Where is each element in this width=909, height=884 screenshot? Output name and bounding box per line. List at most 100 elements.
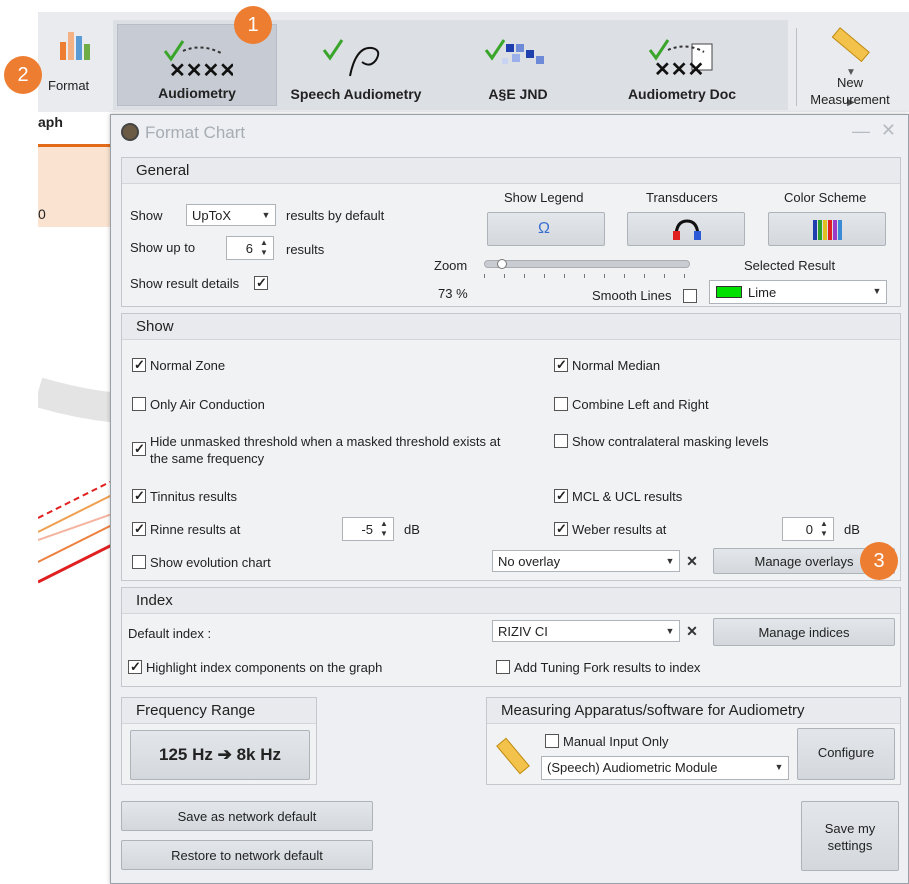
frequency-header: Frequency Range [122, 698, 316, 724]
save-network-default-label: Save as network default [177, 809, 317, 824]
minimize-icon[interactable]: — [852, 121, 870, 142]
zoom-slider[interactable] [484, 259, 690, 269]
add-tuning-checkbox[interactable] [496, 660, 510, 674]
rinne-value: -5 [361, 522, 373, 537]
highlight-index-label: Highlight index components on the graph [146, 660, 383, 675]
callout-2: 2 [4, 56, 42, 94]
new-measurement-label-1: New [836, 75, 863, 90]
mcl-ucl-label: MCL & UCL results [572, 489, 683, 504]
rinne-label: Rinne results at [150, 522, 241, 537]
zoom-label: Zoom [434, 258, 468, 273]
save-network-default-button[interactable]: Save as network default [121, 801, 373, 831]
default-index-label: Default index : [128, 626, 212, 641]
manual-input-checkbox[interactable] [545, 734, 559, 748]
show-contra-label: Show contralateral masking levels [572, 434, 769, 449]
audiogram-doc-icon: ✕✕✕ [648, 39, 713, 81]
show-group: Show Normal Zone Normal Median Only Air … [121, 313, 901, 581]
hide-unmasked-checkbox[interactable] [132, 442, 146, 456]
module-value: (Speech) Audiometric Module [547, 760, 718, 775]
smooth-lines-checkbox[interactable] [683, 289, 697, 303]
dialog-titlebar: Format Chart — ✕ [111, 115, 908, 149]
restore-network-default-label: Restore to network default [171, 848, 323, 863]
hide-unmasked-label-1: Hide unmasked threshold when a masked th… [150, 434, 501, 449]
new-measurement-button[interactable]: New Measurement [800, 18, 900, 108]
show-up-to-label: Show up to [130, 240, 196, 255]
spinner-arrows-icon[interactable]: ▲ ▼ [377, 519, 391, 539]
frequency-group: Frequency Range 125 Hz ➔ 8k Hz [121, 697, 317, 785]
color-bars-icon [813, 220, 842, 240]
app-logo-icon [121, 123, 139, 141]
chevron-down-icon: ▼ [665, 556, 675, 566]
transducers-button[interactable] [627, 212, 745, 246]
ruler-icon [831, 27, 870, 63]
clear-overlay-icon[interactable]: ✕ [683, 551, 701, 571]
show-up-to-suffix: results [286, 242, 325, 257]
default-index-select[interactable]: RIZIV CI ▼ ✕ [492, 620, 698, 642]
apparatus-header: Measuring Apparatus/software for Audiome… [487, 698, 900, 724]
module-select[interactable]: (Speech) Audiometric Module ▼ [541, 756, 789, 780]
evolution-checkbox[interactable] [132, 555, 146, 569]
gallery-item-audiometry-doc[interactable]: ✕✕✕ Audiometry Doc [607, 24, 757, 106]
show-mode-value: UpToX [192, 208, 232, 223]
apparatus-group: Measuring Apparatus/software for Audiome… [486, 697, 901, 785]
normal-median-label: Normal Median [572, 358, 661, 373]
only-air-label: Only Air Conduction [150, 397, 265, 412]
rinne-spinner[interactable]: -5 ▲ ▼ [342, 517, 394, 541]
show-result-details-checkbox[interactable] [254, 276, 268, 290]
clear-index-icon[interactable]: ✕ [683, 621, 701, 641]
only-air-checkbox[interactable] [132, 397, 146, 411]
weber-spinner[interactable]: 0 ▲ ▼ [782, 517, 834, 541]
selected-result-label: Selected Result [744, 258, 836, 273]
color-scheme-button[interactable] [768, 212, 886, 246]
show-result-details-label: Show result details [130, 276, 240, 291]
overlay-select[interactable]: No overlay ▼ ✕ [492, 550, 698, 572]
dialog-title: Format Chart [145, 123, 246, 142]
zoom-ticks [484, 274, 690, 280]
format-label: Format [48, 78, 90, 93]
close-icon[interactable]: ✕ [881, 120, 896, 141]
omega-icon: Ω [538, 220, 550, 237]
spinner-arrows-icon[interactable]: ▲ ▼ [257, 238, 271, 258]
rinne-unit: dB [404, 522, 420, 537]
graph-background: 0 [38, 142, 118, 884]
manage-indices-button[interactable]: Manage indices [713, 618, 895, 646]
frequency-range-button[interactable]: 125 Hz ➔ 8k Hz [130, 730, 310, 780]
zoom-slider-thumb[interactable] [497, 259, 507, 269]
tinnitus-checkbox[interactable] [132, 489, 146, 503]
callout-3: 3 [860, 542, 898, 580]
configure-button[interactable]: Configure [797, 728, 895, 780]
svg-text:✕✕✕✕: ✕✕✕✕ [169, 60, 233, 82]
combine-lr-checkbox[interactable] [554, 397, 568, 411]
highlight-index-checkbox[interactable] [128, 660, 142, 674]
bar-chart-icon [60, 32, 90, 60]
ribbon: Format aph ✕✕✕✕ Audiometry Speech Audiom… [38, 12, 909, 130]
add-tuning-label: Add Tuning Fork results to index [514, 660, 701, 675]
chevron-down-icon: ▼ [872, 286, 882, 296]
spinner-arrows-icon[interactable]: ▲ ▼ [817, 519, 831, 539]
show-up-to-spinner[interactable]: 6 ▲ ▼ [226, 236, 274, 260]
restore-network-default-button[interactable]: Restore to network default [121, 840, 373, 870]
show-mode-select[interactable]: UpToX ▼ [186, 204, 276, 226]
format-button[interactable]: Format [38, 22, 98, 102]
show-legend-button[interactable]: Ω [487, 212, 605, 246]
show-contra-checkbox[interactable] [554, 434, 568, 448]
gallery-item-ase-jnd[interactable]: A§E JND [443, 24, 593, 106]
show-up-to-value: 6 [245, 241, 253, 256]
manage-indices-label: Manage indices [758, 625, 850, 640]
chevron-down-icon: ▼ [261, 210, 271, 220]
chevron-down-icon: ▼ [665, 626, 675, 636]
rinne-checkbox[interactable] [132, 522, 146, 536]
save-my-settings-button[interactable]: Save my settings [801, 801, 899, 871]
audiogram-check-icon: ✕✕✕✕ [163, 40, 233, 82]
general-group: General Show UpToX ▼ results by default … [121, 157, 901, 307]
normal-median-checkbox[interactable] [554, 358, 568, 372]
tinnitus-label: Tinnitus results [150, 489, 237, 504]
evolution-label: Show evolution chart [150, 555, 271, 570]
selected-result-select[interactable]: Lime ▼ [709, 280, 887, 304]
new-measurement-label-2: Measurement [810, 92, 890, 107]
weber-checkbox[interactable] [554, 522, 568, 536]
mcl-ucl-checkbox[interactable] [554, 489, 568, 503]
gallery-item-speech-audiometry[interactable]: Speech Audiometry [281, 24, 431, 106]
format-chart-dialog: Format Chart — ✕ General Show UpToX ▼ re… [110, 114, 909, 884]
normal-zone-checkbox[interactable] [132, 358, 146, 372]
